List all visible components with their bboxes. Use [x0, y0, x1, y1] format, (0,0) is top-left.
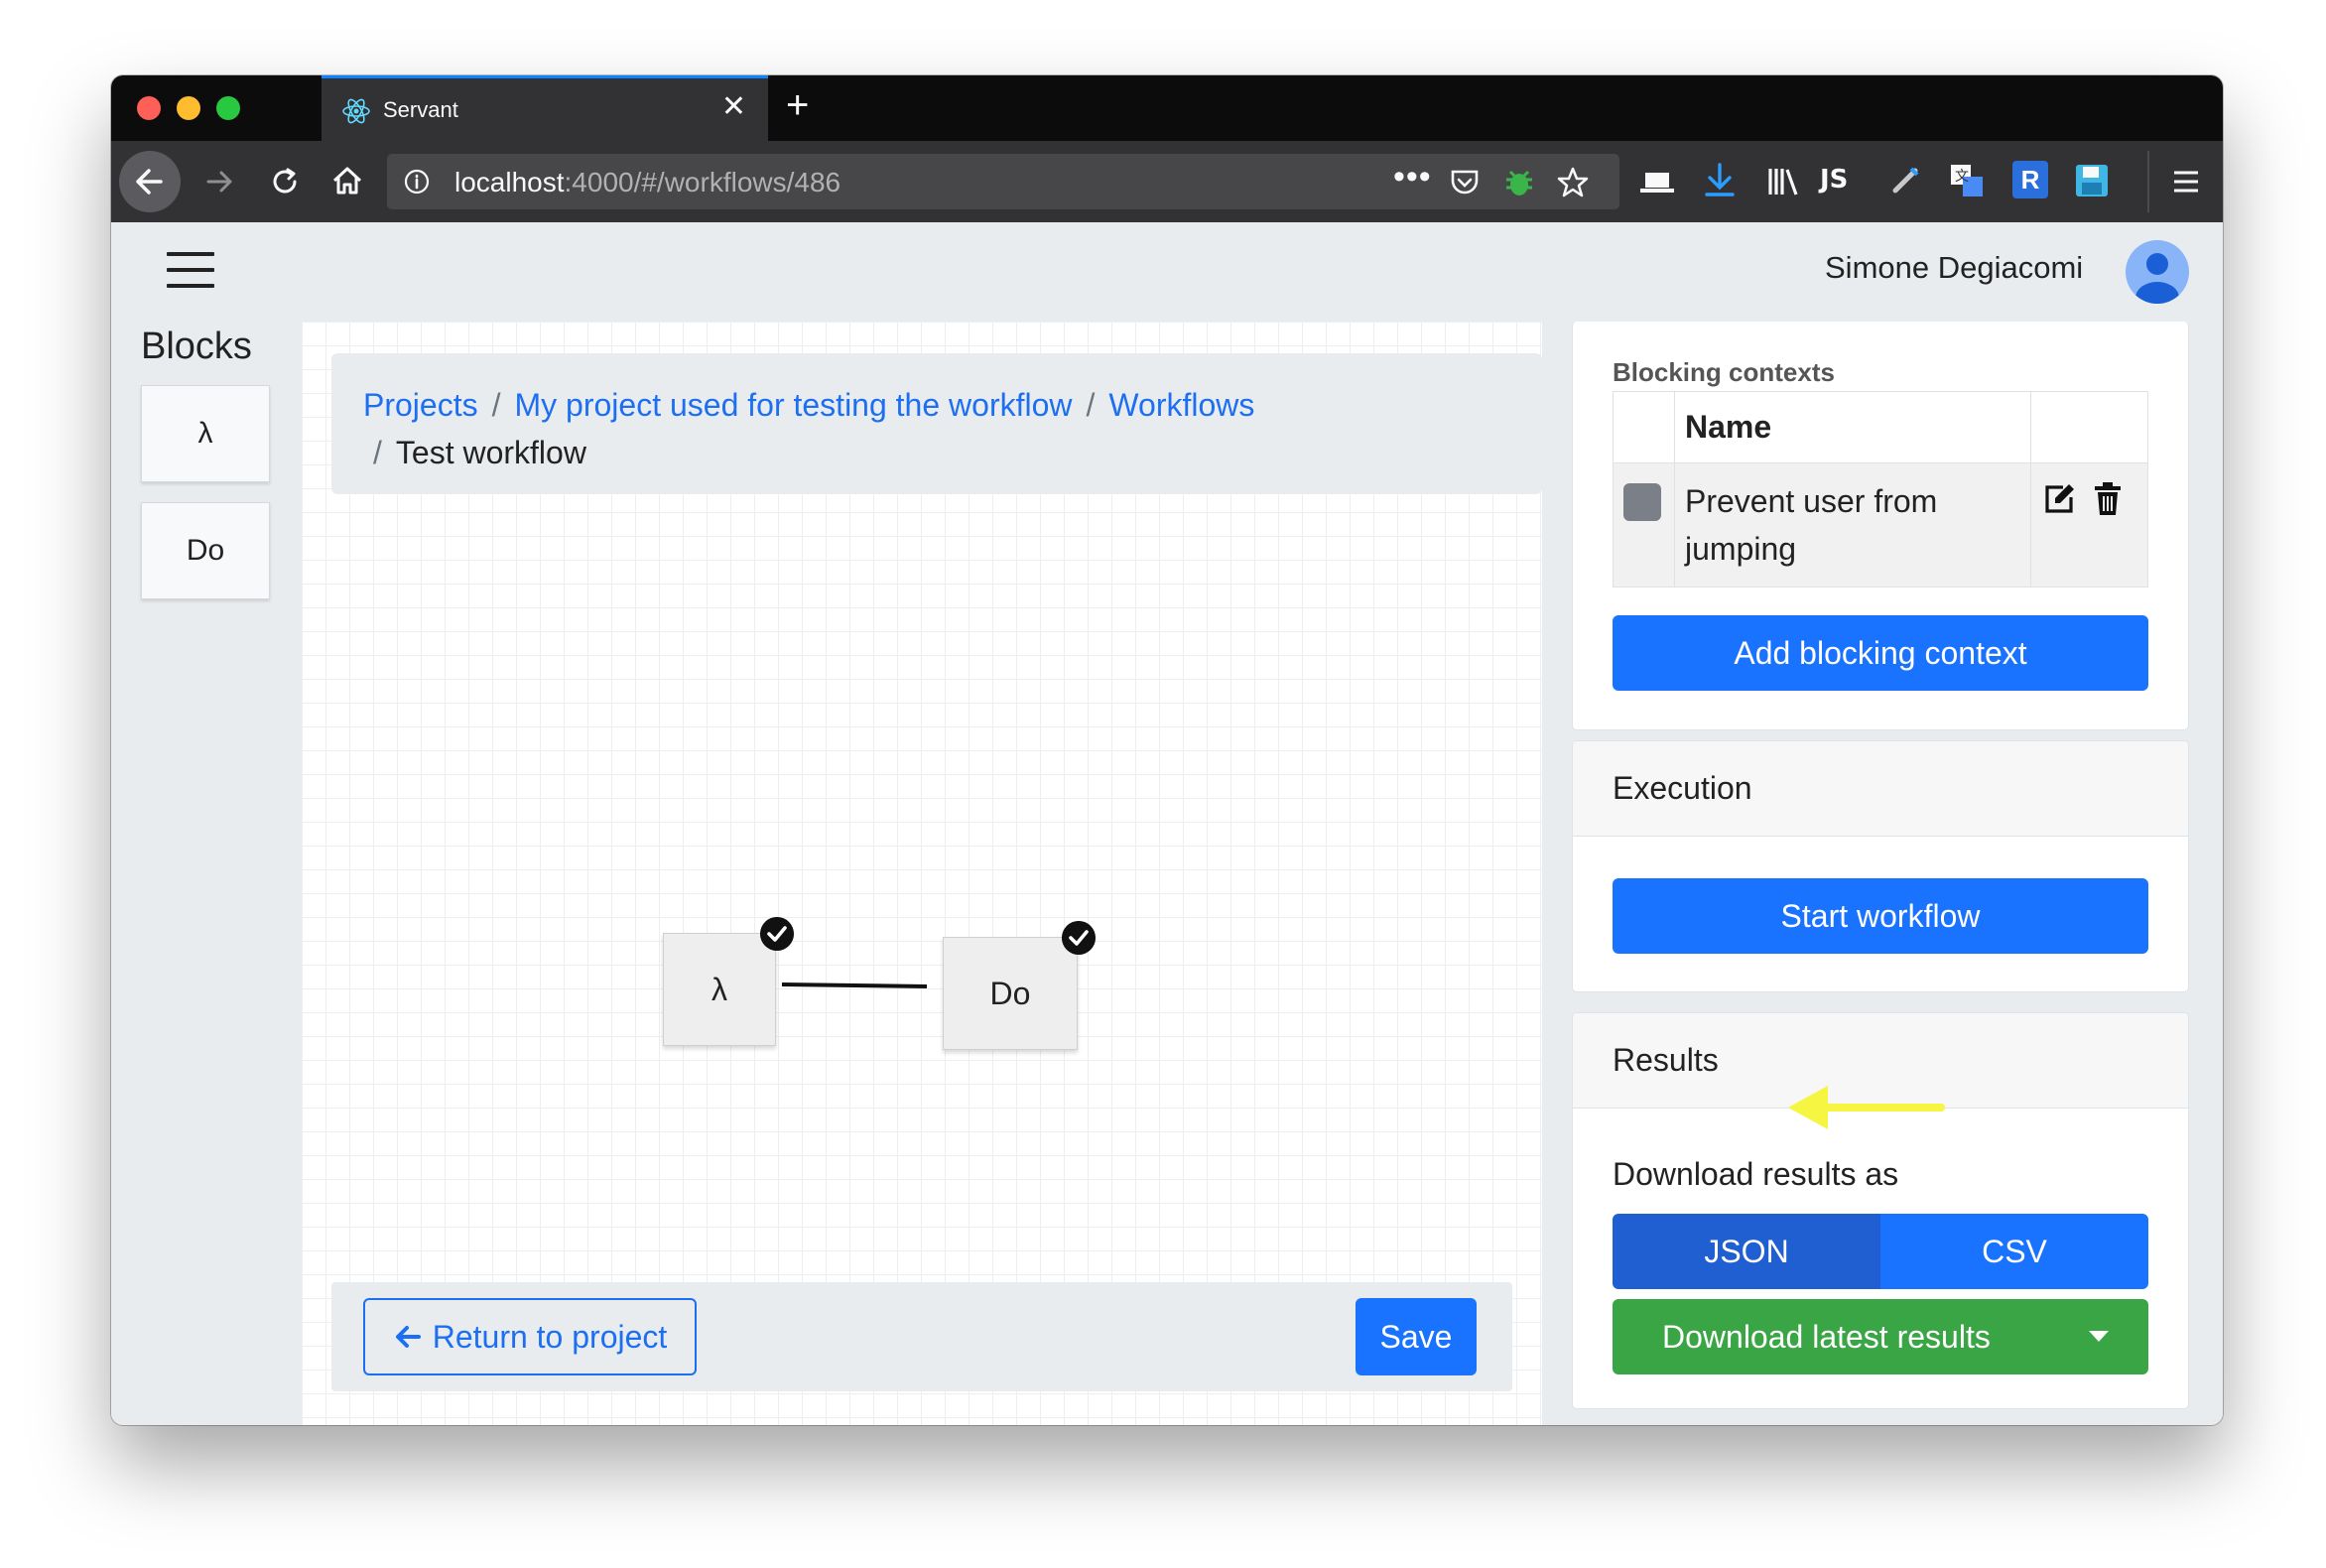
back-button[interactable] [119, 151, 181, 212]
workflow-node-lambda[interactable]: λ [663, 933, 776, 1046]
blocking-contexts-heading: Blocking contexts [1613, 357, 1835, 387]
add-blocking-context-label: Add blocking context [1734, 634, 2027, 671]
info-icon[interactable] [403, 168, 431, 196]
react-icon [342, 98, 370, 124]
toolbar-divider [2147, 151, 2149, 212]
start-workflow-button[interactable]: Start workflow [1613, 878, 2148, 954]
translate-icon[interactable]: 文 [1947, 161, 1987, 200]
url-text[interactable]: localhost:4000/#/workflows/486 [454, 167, 840, 198]
return-to-project-button[interactable]: Return to project [363, 1298, 697, 1375]
canvas-actions-bar: Return to project Save [331, 1282, 1512, 1391]
maximize-window-button[interactable] [216, 96, 240, 120]
menu-icon[interactable] [2169, 165, 2203, 198]
return-to-project-label: Return to project [432, 1318, 668, 1355]
download-latest-results-button[interactable]: Download latest results [1613, 1299, 2148, 1374]
table-row: Prevent user from jumping [1613, 462, 2148, 588]
context-actions-cell [2030, 462, 2148, 588]
context-name: Prevent user from jumping [1674, 462, 2031, 588]
js-extension-icon[interactable]: JS [1820, 165, 1848, 195]
caret-down-icon[interactable] [2089, 1331, 2109, 1342]
minimize-window-button[interactable] [177, 96, 200, 120]
format-json-button[interactable]: JSON [1613, 1214, 1880, 1289]
tab-title: Servant [383, 97, 458, 122]
hamburger-menu-icon[interactable] [167, 252, 214, 288]
close-tab-icon[interactable]: ✕ [721, 92, 746, 122]
reload-icon[interactable] [266, 163, 304, 200]
check-circle-icon [760, 917, 794, 951]
url-path: :4000/#/workflows/486 [564, 167, 841, 197]
save-label: Save [1379, 1318, 1453, 1355]
save-button[interactable]: Save [1356, 1298, 1477, 1375]
annotation-arrow-icon [1788, 1086, 1945, 1129]
execution-card: Execution Start workflow [1572, 740, 2189, 992]
blocks-title: Blocks [141, 326, 252, 367]
blocking-contexts-card: Blocking contexts Name Prevent user from… [1572, 322, 2189, 730]
downloads-icon[interactable] [1701, 161, 1739, 200]
user-avatar-icon[interactable] [2126, 240, 2189, 304]
navigation-toolbar: localhost:4000/#/workflows/486 ••• JS 文 … [111, 141, 2223, 222]
home-icon[interactable] [327, 161, 367, 200]
r-extension-icon[interactable]: R [2012, 161, 2048, 198]
close-window-button[interactable] [137, 96, 161, 120]
node-connection [781, 982, 928, 988]
page-actions-icon[interactable]: ••• [1393, 158, 1432, 196]
start-workflow-label: Start workflow [1780, 897, 1981, 934]
block-do[interactable]: Do [141, 502, 270, 599]
trash-icon[interactable] [2092, 481, 2124, 517]
browser-tab[interactable]: Servant ✕ [322, 75, 768, 141]
workflow-node-do[interactable]: Do [943, 937, 1078, 1050]
block-label: λ [197, 417, 213, 450]
node-label: Do [989, 975, 1031, 1011]
format-toggle: JSON CSV [1613, 1214, 2148, 1289]
execution-header: Execution [1573, 741, 2188, 837]
context-color-swatch [1623, 483, 1661, 521]
check-circle-icon [1062, 921, 1096, 955]
back-arrow-icon [136, 169, 163, 195]
actions-column-header [2030, 391, 2148, 463]
user-name[interactable]: Simone Degiacomi [1825, 250, 2083, 286]
name-column-header: Name [1674, 391, 2031, 463]
bug-extension-icon[interactable] [1502, 166, 1536, 199]
svg-text:文: 文 [1955, 169, 1969, 185]
tab-bar: Servant ✕ + [111, 75, 2223, 141]
results-heading: Results [1613, 1042, 1719, 1078]
format-csv-button[interactable]: CSV [1880, 1214, 2148, 1289]
save-page-icon[interactable] [2072, 161, 2112, 200]
download-latest-label: Download latest results [1662, 1318, 1991, 1355]
pocket-icon[interactable] [1449, 168, 1481, 197]
forward-arrow-icon[interactable] [200, 163, 238, 200]
workflow-canvas[interactable]: Projects / My project used for testing the… [302, 322, 1542, 1425]
blocking-contexts-table: Name Prevent user from jumping [1613, 391, 2148, 588]
bookmark-star-icon[interactable] [1556, 166, 1590, 199]
execution-heading: Execution [1613, 770, 1752, 806]
results-card: Results Download results as JSON CSV Dow… [1572, 1012, 2189, 1409]
new-tab-button[interactable]: + [786, 83, 809, 127]
download-results-label: Download results as [1613, 1156, 1899, 1192]
add-blocking-context-button[interactable]: Add blocking context [1613, 615, 2148, 691]
block-lambda[interactable]: λ [141, 385, 270, 482]
block-label: Do [186, 534, 225, 567]
library-icon[interactable] [1764, 163, 1802, 200]
context-color-cell [1613, 462, 1675, 588]
pen-extension-icon[interactable] [1887, 163, 1923, 198]
color-column-header [1613, 391, 1675, 463]
arrow-left-icon [395, 1326, 421, 1348]
app-content: Simone Degiacomi Blocks λ Do Projects / My… [111, 222, 2223, 1425]
edit-icon[interactable] [2041, 481, 2077, 517]
url-bar[interactable]: localhost:4000/#/workflows/486 ••• [387, 154, 1619, 209]
url-host: localhost [454, 167, 565, 197]
node-label: λ [711, 971, 727, 1007]
browser-window: Servant ✕ + localhost:4000/#/workflows/4… [111, 75, 2223, 1425]
laptop-icon[interactable] [1637, 165, 1677, 198]
